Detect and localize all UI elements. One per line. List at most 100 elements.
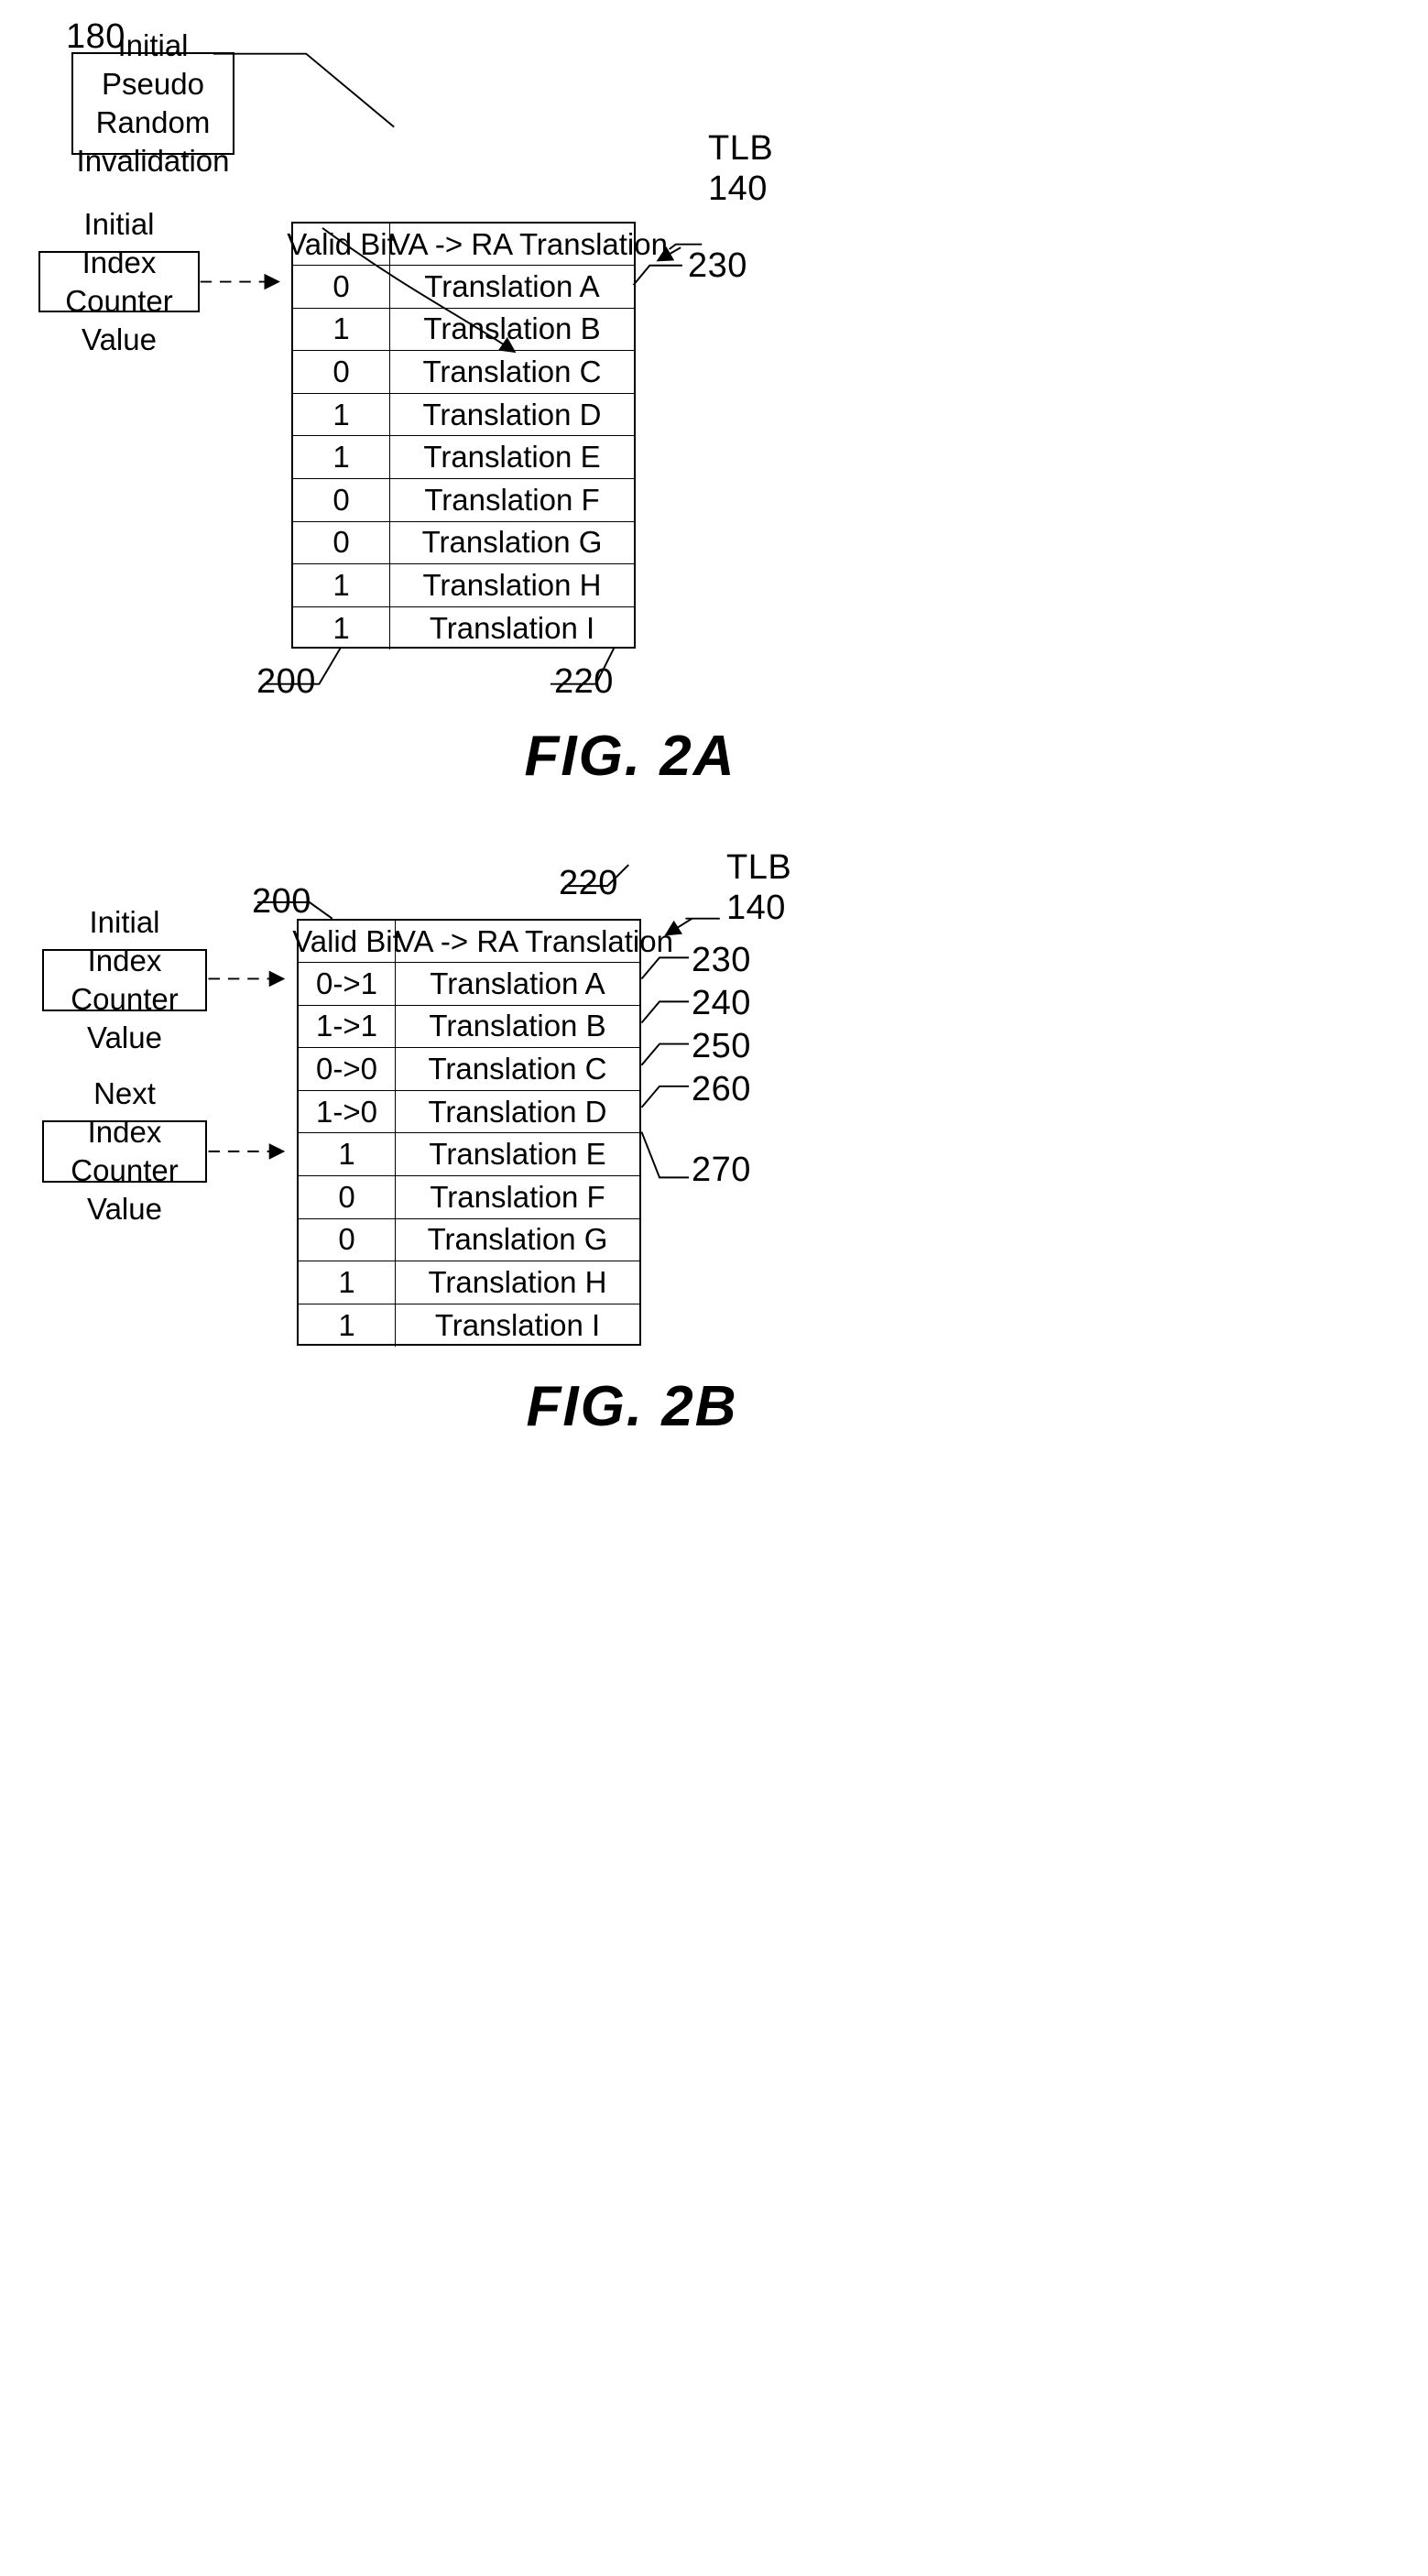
table-header-row: Valid Bit VA -> RA Translation: [292, 921, 673, 963]
callout-270-2b: 270: [692, 1151, 751, 1189]
box-line-2: Counter Value: [71, 1153, 179, 1226]
cell-valid-bit: 1: [293, 393, 390, 436]
cell-translation: Translation D: [422, 397, 602, 431]
callout-230-2a: 230: [688, 246, 747, 285]
callout-200-2b: 200: [252, 882, 311, 921]
leader-230-2a: [632, 264, 682, 286]
leader-270-2b: [640, 1131, 690, 1179]
table-row: 1 Translation B: [293, 308, 634, 352]
tlb-table-2a: Valid Bit VA -> RA Translation 0 Transla…: [287, 222, 668, 650]
cell-valid-bit: 0: [293, 266, 390, 308]
cell-valid-bit: 0->1: [299, 963, 396, 1005]
callout-220-2b: 220: [559, 864, 618, 902]
table-row: 1 Translation E: [293, 436, 634, 479]
tlb-label-2a: TLB 140: [708, 128, 773, 209]
cell-translation: Translation F: [424, 482, 600, 517]
header-valid-bit: Valid Bit: [292, 921, 401, 962]
box-line-3: Invalidation: [76, 144, 230, 178]
cell-translation: Translation B: [423, 311, 601, 346]
tlb-name-2b: TLB: [726, 848, 792, 887]
table-row: 0 Translation G: [293, 521, 634, 565]
leader-250-2b: [640, 1042, 690, 1066]
box-line-1: Initial Pseudo: [102, 28, 204, 101]
cell-translation: Translation H: [428, 1264, 607, 1299]
leader-240-2b: [640, 1000, 690, 1024]
box-line-2: Counter Value: [65, 283, 173, 356]
leader-260-2b: [640, 1085, 690, 1108]
cell-valid-bit: 0: [293, 521, 390, 564]
callout-220-2a: 220: [554, 662, 614, 701]
box-line-1: Next Index: [87, 1076, 162, 1149]
leader-180: [213, 52, 395, 128]
table-row: 0 Translation F: [299, 1175, 639, 1219]
table-row: 1 Translation H: [299, 1261, 639, 1304]
table-row: 1 Translation H: [293, 564, 634, 607]
cell-translation: Translation I: [429, 611, 595, 646]
box-line-1: Initial Index: [82, 206, 157, 279]
cell-valid-bit: 1: [293, 308, 390, 351]
cell-translation: Translation F: [430, 1179, 605, 1214]
table-row: 0 Translation F: [293, 478, 634, 522]
tlb-label-2b: TLB 140: [726, 847, 791, 928]
table-row: 1 Translation D: [293, 393, 634, 437]
box-line-2: Counter Value: [71, 982, 179, 1054]
header-translation: VA -> RA Translation: [396, 923, 673, 958]
header-translation: VA -> RA Translation: [390, 226, 668, 261]
cell-translation: Translation B: [429, 1009, 606, 1043]
table-row: 1->1 Translation B: [299, 1005, 639, 1049]
table-row: 0 Translation G: [299, 1218, 639, 1262]
cell-valid-bit: 1->1: [299, 1005, 396, 1048]
cell-translation: Translation C: [422, 354, 602, 388]
figure-caption-2a: FIG. 2A: [524, 725, 736, 788]
cell-translation: Translation A: [424, 268, 600, 303]
cell-translation: Translation C: [428, 1051, 607, 1086]
leader-lines-overlay: [200, 52, 720, 1179]
callout-230-2b: 230: [692, 941, 751, 979]
table-row: 0 Translation A: [293, 266, 634, 309]
table-header-row: Valid Bit VA -> RA Translation: [287, 224, 668, 266]
cell-translation: Translation H: [422, 567, 602, 602]
cell-valid-bit: 1->0: [299, 1090, 396, 1133]
cell-translation: Translation G: [421, 525, 603, 560]
tlb-name-2a: TLB: [708, 129, 774, 168]
cell-translation: Translation A: [430, 966, 605, 1000]
initial-pseudo-random-invalidation-box: Initial Pseudo Random Invalidation: [71, 28, 234, 178]
table-row: 0->1 Translation A: [299, 963, 639, 1006]
cell-valid-bit: 1: [293, 564, 390, 606]
tlb-table-2b: Valid Bit VA -> RA Translation 0->1 Tran…: [292, 919, 673, 1348]
box-line-1: Initial Index: [87, 905, 162, 977]
initial-index-counter-value-box-2b: Initial Index Counter Value: [42, 905, 207, 1054]
initial-index-counter-value-box-2a: Initial Index Counter Value: [38, 207, 200, 356]
callout-240-2b: 240: [692, 984, 751, 1022]
cell-valid-bit: 0: [293, 351, 390, 393]
figure-caption-2b: FIG. 2B: [526, 1375, 738, 1438]
table-row: 1 Translation E: [299, 1133, 639, 1176]
callout-260-2b: 260: [692, 1070, 751, 1108]
callout-250-2b: 250: [692, 1027, 751, 1065]
cell-valid-bit: 1: [299, 1133, 396, 1175]
cell-translation: Translation I: [434, 1308, 601, 1343]
cell-valid-bit: 0: [299, 1218, 396, 1261]
table-row: 1 Translation I: [299, 1304, 639, 1348]
cell-valid-bit: 1: [293, 606, 390, 650]
next-index-counter-value-box-2b: Next Index Counter Value: [42, 1076, 207, 1226]
table-row: 0->0 Translation C: [299, 1048, 639, 1091]
cell-valid-bit: 0: [299, 1175, 396, 1218]
cell-valid-bit: 0: [293, 478, 390, 521]
cell-valid-bit: 1: [299, 1261, 396, 1304]
tlb-number-2b: 140: [726, 889, 786, 927]
cell-valid-bit: 1: [293, 436, 390, 478]
table-row: 1->0 Translation D: [299, 1090, 639, 1134]
tlb-number-2a: 140: [708, 169, 768, 208]
cell-valid-bit: 0->0: [299, 1048, 396, 1090]
header-valid-bit: Valid Bit: [287, 224, 396, 265]
table-row: 1 Translation I: [293, 606, 634, 650]
cell-translation: Translation E: [423, 440, 601, 475]
table-row: 0 Translation C: [293, 351, 634, 394]
box-line-2: Random: [95, 105, 211, 139]
cell-translation: Translation E: [429, 1137, 606, 1172]
cell-translation: Translation D: [428, 1094, 607, 1129]
callout-200-2a: 200: [256, 662, 316, 701]
cell-translation: Translation G: [427, 1222, 608, 1257]
cell-valid-bit: 1: [299, 1304, 396, 1348]
